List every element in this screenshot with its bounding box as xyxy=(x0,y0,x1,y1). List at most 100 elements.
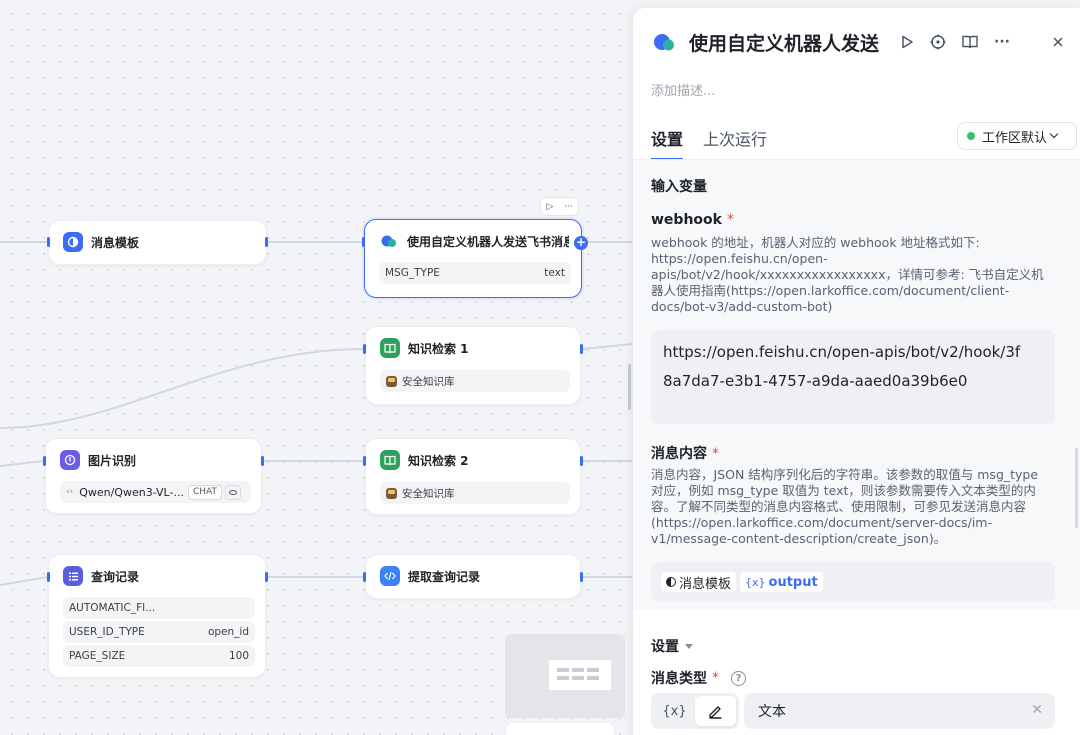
settings-section-toggle[interactable]: 设置 xyxy=(651,636,693,656)
content-label: 消息内容 * xyxy=(651,446,719,462)
node-query-records[interactable]: 查询记录 AUTOMATIC_FI... USER_ID_TYPE open_i… xyxy=(48,554,266,678)
node-param-row: USER_ID_TYPE open_id xyxy=(63,621,255,643)
node-title: 提取查询记录 xyxy=(408,569,481,584)
run-icon[interactable] xyxy=(897,32,917,52)
msg-type-value: 文本 xyxy=(758,704,786,720)
webhook-description: webhook 的地址，机器人对应的 webhook 地址格式如下: https… xyxy=(651,235,1044,314)
tab-last-run[interactable]: 上次运行 xyxy=(703,126,767,160)
param-value: open_id xyxy=(207,626,249,638)
panel-tabs: 设置 上次运行 xyxy=(651,126,787,160)
input-port[interactable] xyxy=(47,237,50,247)
input-port[interactable] xyxy=(363,344,366,354)
model-link-icon: ‹› xyxy=(66,487,74,497)
msg-type-select[interactable]: 文本 ✕ xyxy=(744,693,1055,729)
knowledge-base-icon xyxy=(386,487,397,499)
param-value: text xyxy=(544,267,565,279)
output-port[interactable] xyxy=(580,572,583,582)
knowledge-base-row: 安全知识库 xyxy=(380,482,570,504)
node-extract-query-records[interactable]: 提取查询记录 xyxy=(365,554,581,599)
node-title: 知识检索 1 xyxy=(408,341,469,356)
pencil-icon xyxy=(709,705,722,719)
chat-tag: CHAT xyxy=(187,484,222,500)
param-value: 100 xyxy=(228,650,249,662)
caret-down-icon xyxy=(685,643,693,649)
output-port[interactable] xyxy=(265,237,268,247)
more-icon[interactable]: ··· xyxy=(564,202,573,212)
node-ref-chip[interactable]: 消息模板 xyxy=(661,572,737,592)
book-icon xyxy=(380,338,400,358)
msg-type-label: 消息类型 * ? xyxy=(651,668,746,688)
variable-icon: {x} xyxy=(745,575,766,589)
node-feishu-send[interactable]: 使用自定义机器人发送飞书消息 MSG_TYPE text xyxy=(364,219,582,298)
panel-scrollbar[interactable] xyxy=(1075,448,1078,528)
canvas-scrollbar[interactable] xyxy=(628,364,631,410)
code-icon xyxy=(380,566,400,586)
output-port[interactable] xyxy=(265,572,268,582)
required-mark: * xyxy=(712,446,719,462)
param-key: PAGE_SIZE xyxy=(69,650,126,662)
run-node-icon[interactable]: ▷ xyxy=(546,202,553,212)
panel-title[interactable]: 使用自定义机器人发送飞书消息 xyxy=(689,29,879,56)
add-next-node-button[interactable]: + xyxy=(574,236,588,250)
image-recognition-icon xyxy=(60,450,80,470)
vision-eye-icon xyxy=(224,484,241,500)
node-settings-panel: 使用自定义机器人发送飞书消息 ··· 添加描述... 设置 上次运行 工作区默认… xyxy=(633,8,1080,735)
input-port[interactable] xyxy=(363,456,366,466)
edge-kb1-out xyxy=(582,343,633,350)
output-port[interactable] xyxy=(261,456,264,466)
node-message-template[interactable]: 消息模板 xyxy=(48,220,267,265)
input-mode-toggle: {x} xyxy=(651,693,739,729)
input-port[interactable] xyxy=(362,237,365,247)
help-icon[interactable]: ? xyxy=(731,670,746,686)
node-mini-toolbar: ▷ ··· xyxy=(540,197,579,216)
knowledge-base-name: 安全知识库 xyxy=(402,487,455,500)
required-mark: * xyxy=(712,670,719,686)
knowledge-base-name: 安全知识库 xyxy=(402,375,455,388)
panel-header: 使用自定义机器人发送飞书消息 ··· xyxy=(633,8,1080,78)
node-kb-search-1[interactable]: 知识检索 1 安全知识库 xyxy=(365,326,581,405)
node-param-row: MSG_TYPE text xyxy=(379,262,571,284)
node-title: 图片识别 xyxy=(88,453,137,468)
output-port[interactable] xyxy=(580,456,583,466)
locate-icon[interactable] xyxy=(928,32,948,52)
template-icon xyxy=(666,577,676,587)
clear-icon[interactable]: ✕ xyxy=(1031,702,1043,718)
content-input[interactable]: 消息模板 {x} output xyxy=(651,562,1055,602)
docs-book-icon[interactable] xyxy=(960,32,980,52)
model-row: ‹› Qwen/Qwen3-VL-... CHAT xyxy=(60,481,251,503)
description-input[interactable]: 添加描述... xyxy=(651,80,715,99)
node-image-recognition[interactable]: 图片识别 ‹› Qwen/Qwen3-VL-... CHAT xyxy=(45,438,262,514)
webhook-input[interactable]: https://open.feishu.cn/open-apis/bot/v2/… xyxy=(651,330,1055,424)
node-param-row: AUTOMATIC_FI... xyxy=(63,597,255,619)
workspace-select[interactable]: 工作区默认 xyxy=(957,122,1077,150)
variable-chip[interactable]: {x} output xyxy=(740,572,823,592)
canvas-controls xyxy=(505,722,615,735)
tab-settings[interactable]: 设置 xyxy=(651,126,684,160)
knowledge-base-row: 安全知识库 xyxy=(380,370,570,392)
list-icon xyxy=(63,566,83,586)
input-port[interactable] xyxy=(47,572,50,582)
edit-mode-button[interactable] xyxy=(695,696,736,726)
node-title: 知识检索 2 xyxy=(408,453,469,468)
close-icon[interactable] xyxy=(1048,32,1068,52)
more-icon[interactable]: ··· xyxy=(992,32,1012,52)
model-name: Qwen/Qwen3-VL-... xyxy=(79,485,184,499)
feishu-bot-icon xyxy=(379,231,399,251)
output-port[interactable] xyxy=(580,344,583,354)
input-port[interactable] xyxy=(363,572,366,582)
webhook-value: https://open.feishu.cn/open-apis/bot/v2/… xyxy=(663,343,1021,390)
chevron-down-icon xyxy=(1049,129,1059,139)
variable-mode-button[interactable]: {x} xyxy=(654,696,695,726)
edge-in-query xyxy=(0,576,49,586)
minimap[interactable] xyxy=(505,634,625,718)
node-kb-search-2[interactable]: 知识检索 2 安全知识库 xyxy=(365,438,581,515)
edge-in-image xyxy=(0,460,45,467)
section-title: 输入变量 xyxy=(651,179,707,195)
input-port[interactable] xyxy=(43,456,46,466)
node-param-row: PAGE_SIZE 100 xyxy=(63,645,255,667)
workspace-label: 工作区默认 xyxy=(982,130,1048,146)
node-title: 查询记录 xyxy=(91,569,140,584)
template-icon xyxy=(63,232,83,252)
book-icon xyxy=(380,450,400,470)
content-description: 消息内容，JSON 结构序列化后的字符串。该参数的取值与 msg_type 对应… xyxy=(651,467,1039,546)
